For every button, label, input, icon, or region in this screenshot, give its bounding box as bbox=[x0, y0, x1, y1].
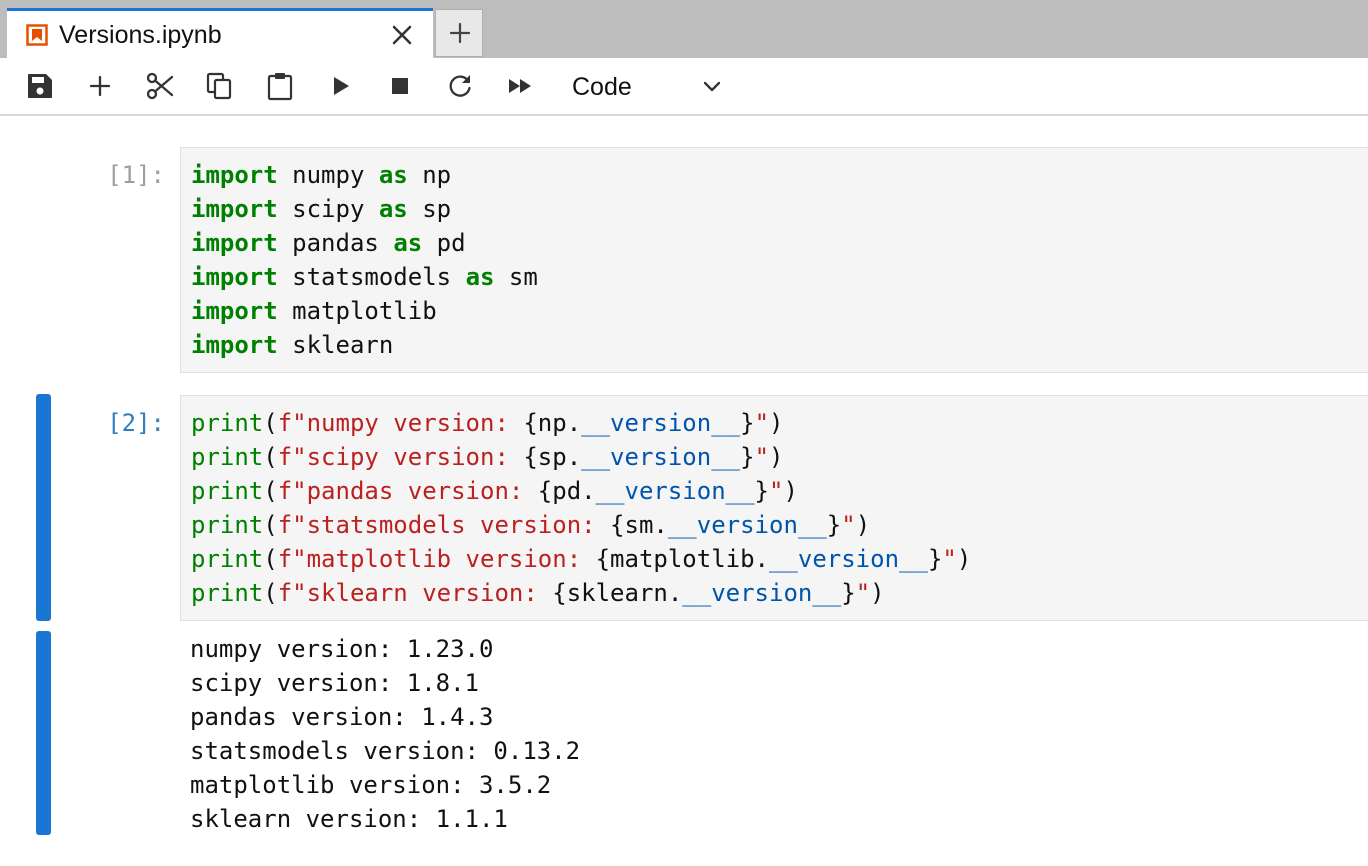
code-line: print(f"statsmodels version: {sm.__versi… bbox=[191, 511, 871, 539]
output-line: numpy version: 1.23.0 bbox=[190, 635, 494, 663]
code-line: import numpy as np bbox=[191, 161, 452, 189]
tab-title: Versions.ipynb bbox=[59, 21, 222, 49]
close-icon[interactable] bbox=[387, 20, 417, 50]
plus-icon bbox=[449, 22, 471, 44]
code-line: import sklearn bbox=[191, 331, 394, 359]
output-line: matplotlib version: 3.5.2 bbox=[190, 771, 552, 799]
code-line: import pandas as pd bbox=[191, 229, 466, 257]
run-icon bbox=[334, 77, 349, 95]
code-line: import matplotlib bbox=[191, 297, 437, 325]
cell-1-code: import numpy as np import scipy as sp im… bbox=[191, 158, 538, 362]
run-button[interactable] bbox=[325, 71, 355, 101]
output-line: statsmodels version: 0.13.2 bbox=[190, 737, 581, 765]
copy-icon bbox=[206, 72, 232, 100]
new-tab-button[interactable] bbox=[435, 9, 483, 57]
tab-versions-ipynb[interactable]: Versions.ipynb bbox=[7, 8, 433, 58]
notebook-icon bbox=[26, 24, 48, 46]
restart-button[interactable] bbox=[445, 71, 475, 101]
stop-button[interactable] bbox=[385, 71, 415, 101]
output-line: sklearn version: 1.1.1 bbox=[190, 805, 508, 833]
run-all-button[interactable] bbox=[505, 71, 535, 101]
cell-2-output: numpy version: 1.23.0 scipy version: 1.8… bbox=[190, 632, 580, 836]
code-line: print(f"matplotlib version: {matplotlib.… bbox=[191, 545, 972, 573]
fast-forward-icon bbox=[509, 79, 531, 93]
tab-bar: Versions.ipynb bbox=[0, 0, 1368, 58]
cut-button[interactable] bbox=[145, 71, 175, 101]
code-line: print(f"pandas version: {pd.__version__}… bbox=[191, 477, 798, 505]
cell-1-input[interactable]: import numpy as np import scipy as sp im… bbox=[180, 147, 1368, 373]
paste-button[interactable] bbox=[265, 71, 295, 101]
output-line: scipy version: 1.8.1 bbox=[190, 669, 479, 697]
code-line: print(f"sklearn version: {sklearn.__vers… bbox=[191, 579, 885, 607]
code-line: print(f"scipy version: {sp.__version__}"… bbox=[191, 443, 784, 471]
scissors-icon bbox=[146, 72, 174, 100]
notebook-toolbar: Code bbox=[0, 58, 1368, 114]
cell-type-select[interactable]: Code bbox=[562, 66, 732, 106]
code-line: import scipy as sp bbox=[191, 195, 452, 223]
notebook-panel: [1]: import numpy as np import scipy as … bbox=[0, 116, 1368, 866]
save-button[interactable] bbox=[25, 71, 55, 101]
paste-icon bbox=[267, 73, 293, 101]
plus-icon bbox=[89, 75, 111, 97]
code-line: print(f"numpy version: {np.__version__}"… bbox=[191, 409, 784, 437]
stop-icon bbox=[392, 78, 408, 94]
chevron-down-icon bbox=[703, 81, 721, 92]
cell-2-input[interactable]: print(f"numpy version: {np.__version__}"… bbox=[180, 395, 1368, 621]
output-collapser[interactable] bbox=[36, 631, 51, 835]
copy-button[interactable] bbox=[205, 71, 235, 101]
insert-cell-button[interactable] bbox=[85, 71, 115, 101]
cell-2-code: print(f"numpy version: {np.__version__}"… bbox=[191, 406, 971, 610]
restart-icon bbox=[449, 75, 471, 97]
code-line: import statsmodels as sm bbox=[191, 263, 538, 291]
output-line: pandas version: 1.4.3 bbox=[190, 703, 494, 731]
cell-2-prompt: [2]: bbox=[107, 409, 165, 437]
cell-type-value: Code bbox=[572, 73, 632, 101]
save-icon bbox=[28, 74, 52, 98]
cell-1-prompt: [1]: bbox=[107, 161, 165, 189]
